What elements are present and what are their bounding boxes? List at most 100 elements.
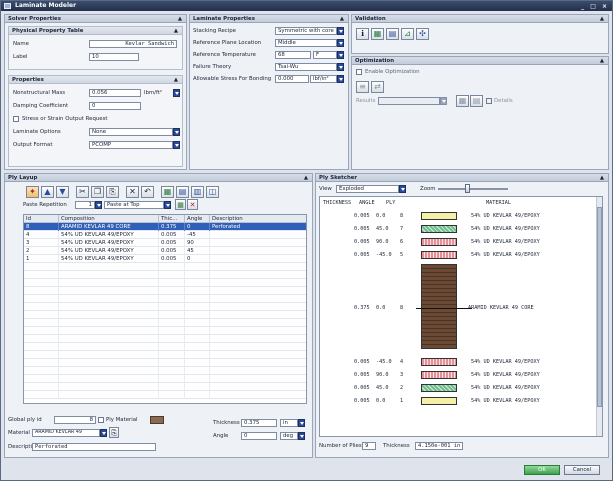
ply-check-icon[interactable]: ✣ (416, 28, 429, 40)
export-table-icon[interactable]: ▤ (176, 186, 189, 198)
ply-layer[interactable] (421, 397, 457, 405)
column-header-description[interactable]: Description (210, 215, 306, 223)
zoom-slider-track[interactable] (438, 188, 508, 190)
allowable-stress-input[interactable]: 0.000 (275, 75, 309, 83)
undo-icon[interactable]: ↶ (141, 186, 154, 198)
laminate-options-dropdown-icon[interactable] (173, 128, 180, 136)
stress-unit-dropdown-icon[interactable] (337, 75, 344, 83)
collapse-icon[interactable]: ▲ (304, 174, 308, 182)
reference-plane-dropdown-icon[interactable] (337, 39, 344, 47)
check-table-icon[interactable]: ▦ (371, 28, 384, 40)
ply-layer[interactable] (421, 212, 457, 220)
reference-plane-select[interactable]: Middle (275, 39, 337, 47)
paste-position-dropdown-icon[interactable] (164, 201, 171, 209)
column-header-composition[interactable]: Composition (59, 215, 159, 223)
grid-report-icon[interactable]: ▤ (386, 28, 399, 40)
delete-icon[interactable]: ✕ (126, 186, 139, 198)
layup-chart-icon[interactable]: ◫ (206, 186, 219, 198)
ply-layer[interactable] (421, 225, 457, 233)
ply-layer[interactable] (421, 238, 457, 246)
column-header-thickness[interactable]: Thic... (159, 215, 185, 223)
global-ply-id-input[interactable]: 8 (54, 416, 96, 424)
ply-layer[interactable] (421, 358, 457, 366)
new-ply-icon[interactable]: ✦ (26, 186, 39, 198)
table-row[interactable]: 8 ARAMID KEVLAR 49 CORE 0.375 0 Perforated (24, 223, 306, 231)
move-down-icon[interactable]: ▼ (56, 186, 69, 198)
label-input[interactable]: 10 (89, 53, 139, 61)
repetition-spinner-icon[interactable] (95, 201, 102, 209)
ply-layup-header[interactable]: Ply Layup ▲ (5, 174, 312, 182)
view-select[interactable]: Exploded (336, 185, 399, 193)
thickness-unit-select[interactable]: in (280, 419, 298, 427)
move-up-icon[interactable]: ▲ (41, 186, 54, 198)
output-format-dropdown-icon[interactable] (173, 141, 180, 149)
failure-theory-select[interactable]: Tsai-Wu (275, 63, 337, 71)
material-browse-icon[interactable]: ⎘ (109, 427, 119, 438)
column-header-angle[interactable]: Angle (185, 215, 210, 223)
sketch-scrollbar-thumb[interactable] (597, 207, 602, 407)
validation-header[interactable]: Validation ▲ (352, 15, 608, 23)
mass-unit-dropdown-icon[interactable] (173, 89, 180, 97)
view-dropdown-icon[interactable] (399, 185, 406, 193)
paste-repetition-input[interactable]: 1 (75, 201, 95, 209)
laminate-options-select[interactable]: None (89, 128, 173, 136)
results-dropdown-icon[interactable] (440, 97, 447, 105)
collapse-icon[interactable]: ▲ (174, 27, 178, 35)
damping-coefficient-input[interactable]: 0 (89, 102, 141, 110)
cancel-button[interactable]: Cancel (564, 465, 600, 475)
import-table-icon[interactable]: ▦ (161, 186, 174, 198)
stacking-recipe-dropdown-icon[interactable] (337, 27, 344, 35)
thickness-input[interactable]: 0.375 (241, 419, 277, 427)
optimize-list-icon[interactable]: ≡ (356, 81, 369, 93)
ply-layer[interactable] (421, 371, 457, 379)
results-table-icon[interactable]: ▦ (456, 95, 469, 107)
stacking-recipe-select[interactable]: Symmetric with core (275, 27, 337, 35)
collapse-icon[interactable]: ▲ (174, 76, 178, 84)
window-controls[interactable]: _ □ × (581, 2, 609, 12)
zoom-slider-handle[interactable] (465, 184, 470, 193)
table-row[interactable]: 4 54% UD KEVLAR 49/EPOXY 0.005 -45 (24, 231, 306, 239)
column-header-id[interactable]: Id (24, 215, 59, 223)
name-input[interactable]: Kevlar Sandwich (89, 40, 177, 48)
optimization-header[interactable]: Optimization ▲ (352, 57, 608, 65)
collapse-icon[interactable]: ▲ (340, 15, 344, 23)
chart-icon[interactable]: ⊿ (401, 28, 414, 40)
laminate-properties-header[interactable]: Laminate Properties ▲ (190, 15, 348, 23)
cut-icon[interactable]: ✂ (76, 186, 89, 198)
stress-unit-select[interactable]: lbf/in² (310, 75, 337, 83)
copy-icon[interactable]: ❐ (91, 186, 104, 198)
ply-sketcher-header[interactable]: Ply Sketcher ▲ (316, 174, 608, 182)
core-layer[interactable] (416, 264, 472, 349)
nonstructural-mass-input[interactable]: 0.056 (89, 89, 141, 97)
sketch-scrollbar[interactable] (596, 197, 602, 436)
angle-unit-dropdown-icon[interactable] (298, 432, 305, 440)
results-select[interactable] (378, 97, 440, 105)
ply-material-checkbox[interactable] (98, 417, 104, 423)
paste-position-select[interactable]: Paste at Top (104, 201, 164, 209)
collapse-icon[interactable]: ▲ (600, 174, 604, 182)
stress-output-checkbox[interactable] (13, 116, 19, 122)
optimize-run-icon[interactable]: ⇄ (371, 81, 384, 93)
ply-layer[interactable] (421, 251, 457, 259)
failure-theory-dropdown-icon[interactable] (337, 63, 344, 71)
output-format-select[interactable]: PCOMP (89, 141, 173, 149)
angle-input[interactable]: 0 (241, 432, 277, 440)
properties-header[interactable]: Properties ▲ (9, 76, 182, 84)
spreadsheet-icon[interactable]: ▥ (191, 186, 204, 198)
material-select[interactable]: ARAMID KEVLAR 49 (32, 429, 100, 437)
collapse-icon[interactable]: ▲ (178, 15, 182, 23)
ok-button[interactable]: OK (524, 465, 560, 475)
temperature-unit-select[interactable]: F (313, 51, 337, 59)
thickness-unit-dropdown-icon[interactable] (298, 419, 305, 427)
table-row[interactable]: 1 54% UD KEVLAR 49/EPOXY 0.005 0 (24, 255, 306, 263)
table-row[interactable]: 3 54% UD KEVLAR 49/EPOXY 0.005 90 (24, 239, 306, 247)
collapse-icon[interactable]: ▲ (600, 15, 604, 23)
material-dropdown-icon[interactable] (100, 429, 107, 437)
ply-material-swatch[interactable] (150, 416, 164, 424)
paste-apply-icon[interactable]: ▦ (175, 199, 186, 210)
ply-layer[interactable] (421, 384, 457, 392)
paste-icon[interactable]: ⎘ (106, 186, 119, 198)
physical-property-table-header[interactable]: Physical Property Table ▲ (9, 27, 182, 35)
paste-cancel-icon[interactable]: ✕ (187, 199, 198, 210)
nonstructural-mass-unit[interactable]: lbm/ft² (144, 89, 162, 97)
